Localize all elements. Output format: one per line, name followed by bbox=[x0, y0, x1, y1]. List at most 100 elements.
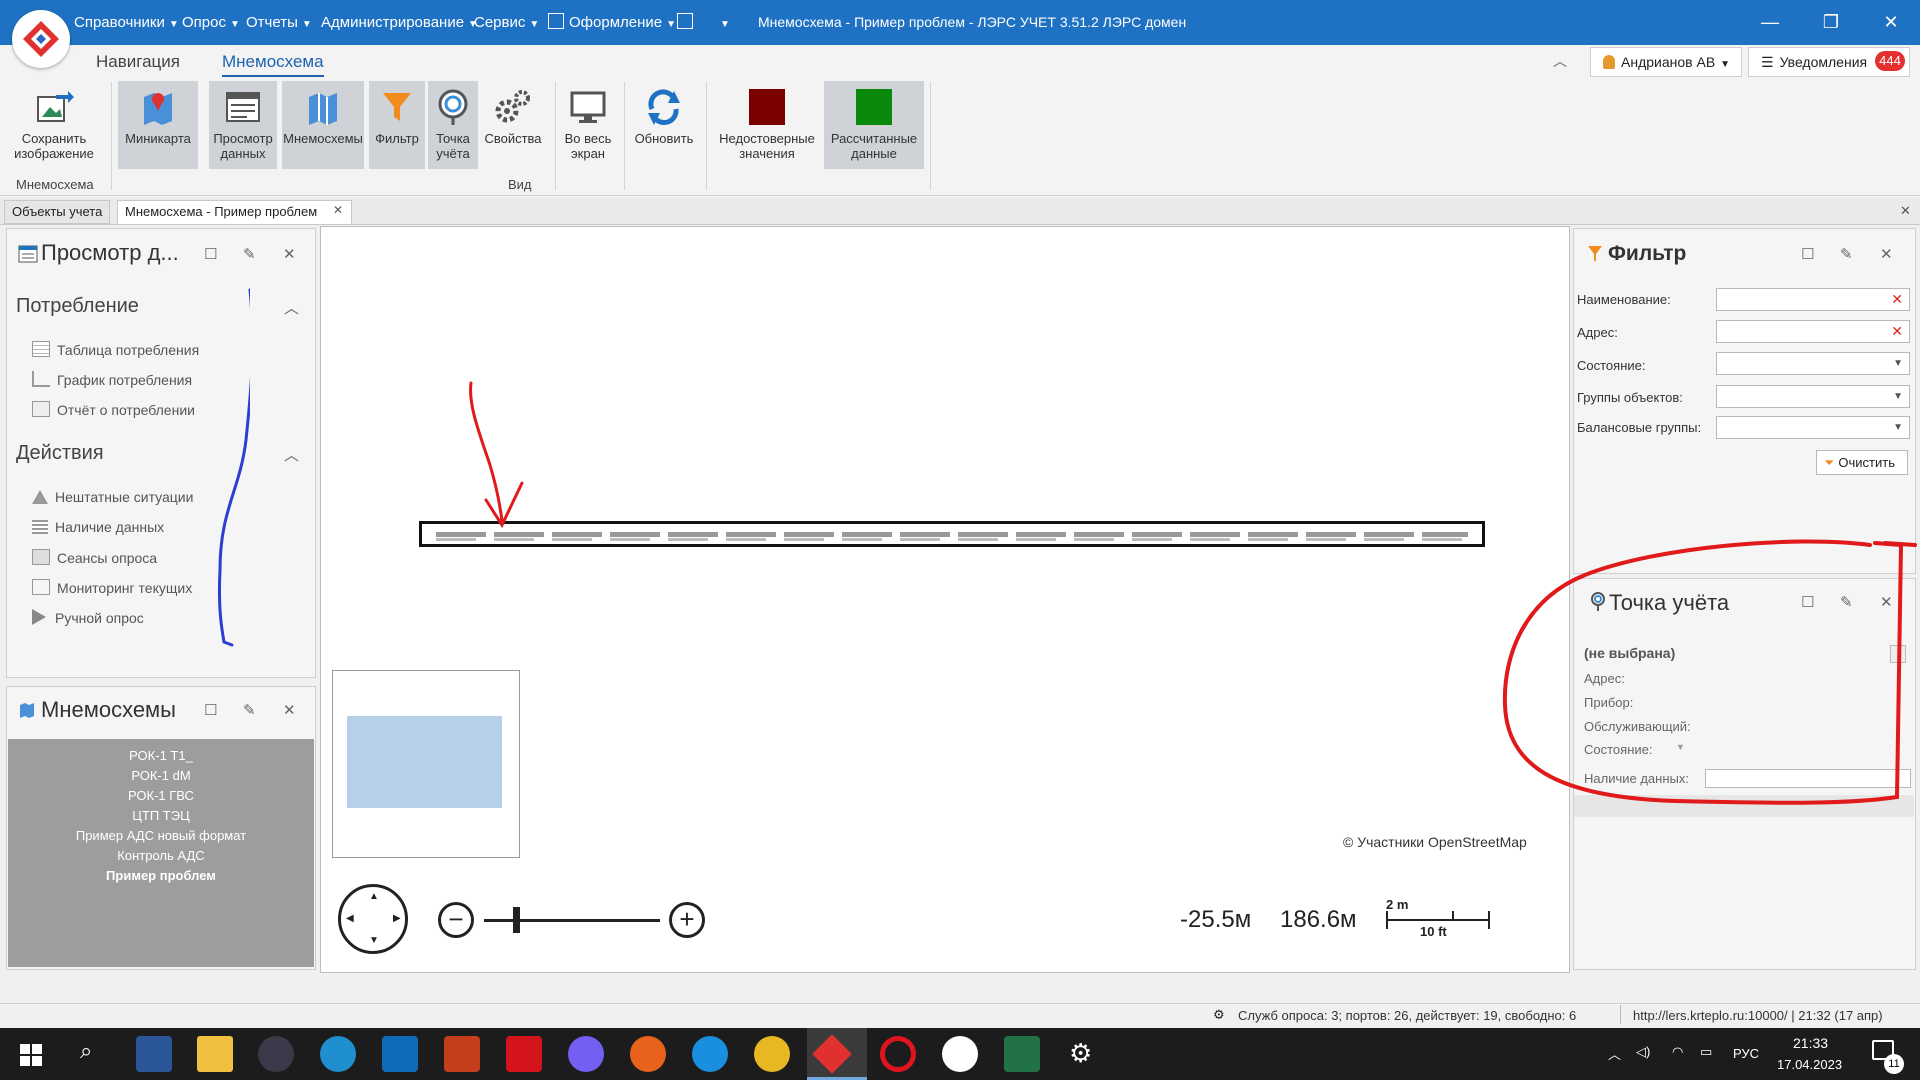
minimize-icon[interactable]: — bbox=[1747, 0, 1793, 45]
list-item[interactable]: ЦТП ТЭЦ bbox=[8, 806, 314, 826]
tab-navigatsiya[interactable]: Навигация bbox=[96, 52, 180, 72]
outlook-icon[interactable] bbox=[382, 1036, 418, 1072]
close-panel-icon[interactable]: ✕ bbox=[283, 245, 296, 263]
calculated-data-button[interactable]: Рассчитанные данные bbox=[824, 81, 924, 169]
collapse-ribbon-icon[interactable]: ︿ bbox=[1553, 51, 1567, 71]
zoom-out-icon[interactable]: − bbox=[438, 902, 474, 938]
menu-servis[interactable]: Сервис ▼ bbox=[474, 0, 539, 45]
balance-groups-select[interactable]: ▼ bbox=[1716, 416, 1910, 439]
maximize-panel-icon[interactable]: ☐ bbox=[204, 701, 217, 719]
search-icon[interactable]: ⌕ bbox=[80, 1038, 92, 1064]
list-item[interactable]: РОК-1 ГВС bbox=[8, 786, 314, 806]
tab-mnemoskhema[interactable]: Мнемосхема bbox=[222, 52, 324, 77]
opera-icon[interactable] bbox=[880, 1036, 916, 1072]
minimap[interactable] bbox=[332, 670, 520, 858]
pan-up-icon[interactable]: ▲ bbox=[369, 891, 379, 902]
zoom-slider-track[interactable] bbox=[484, 919, 660, 922]
mnemo-schematic[interactable] bbox=[419, 521, 1485, 547]
menu-opros[interactable]: Опрос ▼ bbox=[182, 0, 240, 45]
tray-chevron-icon[interactable]: ︿ bbox=[1608, 1044, 1621, 1063]
clock-time[interactable]: 21:33 bbox=[1793, 1035, 1828, 1051]
refresh-button[interactable]: Обновить bbox=[628, 81, 700, 169]
restore-icon[interactable]: ❐ bbox=[1808, 0, 1854, 45]
menu-spravochniki[interactable]: Справочники ▼ bbox=[74, 0, 179, 45]
pin-icon[interactable]: ✎ bbox=[243, 701, 256, 719]
list-item[interactable]: РОК-1 Т1_ bbox=[8, 746, 314, 766]
map-attribution[interactable]: © Участники OpenStreetMap bbox=[1343, 834, 1527, 850]
list-item[interactable]: Контроль АДС bbox=[8, 846, 314, 866]
list-item-monitoring[interactable]: Мониторинг текущих bbox=[32, 579, 192, 596]
viber-icon[interactable] bbox=[568, 1036, 604, 1072]
close-tab-icon[interactable]: ✕ bbox=[333, 203, 343, 217]
list-item-consumption-report[interactable]: Отчёт о потреблении bbox=[32, 401, 195, 418]
zoom-in-icon[interactable]: + bbox=[669, 902, 705, 938]
list-item-manual-poll[interactable]: Ручной опрос bbox=[32, 609, 144, 626]
view-data-button[interactable]: Просмотр данных bbox=[209, 81, 277, 169]
list-item-consumption-table[interactable]: Таблица потребления bbox=[32, 341, 199, 358]
file-explorer-icon[interactable] bbox=[197, 1036, 233, 1072]
close-panel-icon[interactable]: ✕ bbox=[1880, 245, 1893, 263]
quick-access-icon[interactable] bbox=[677, 0, 693, 45]
chrome-icon[interactable] bbox=[754, 1036, 790, 1072]
firefox-icon[interactable] bbox=[630, 1036, 666, 1072]
properties-button[interactable]: Свойства bbox=[481, 81, 545, 169]
menu-administrirovanie[interactable]: Администрирование ▼ bbox=[321, 0, 478, 45]
collapse-section-icon[interactable]: ︿ bbox=[284, 297, 299, 318]
metering-point-button[interactable]: Точка учёта bbox=[428, 81, 478, 169]
list-item-selected[interactable]: Пример проблем bbox=[8, 866, 314, 886]
network-icon[interactable]: ◠ bbox=[1672, 1044, 1683, 1060]
edge-icon[interactable] bbox=[320, 1036, 356, 1072]
pan-down-icon[interactable]: ▼ bbox=[369, 935, 379, 946]
collapse-section-icon[interactable]: ︿ bbox=[284, 444, 299, 465]
powerpoint-icon[interactable] bbox=[444, 1036, 480, 1072]
yandex-browser-icon[interactable] bbox=[942, 1036, 978, 1072]
mnemos-button[interactable]: Мнемосхемы bbox=[282, 81, 364, 169]
zoom-slider-thumb[interactable] bbox=[512, 907, 520, 933]
object-groups-select[interactable]: ▼ bbox=[1716, 385, 1910, 408]
windows-start-icon[interactable] bbox=[20, 1044, 42, 1066]
tab-mnemo-problems[interactable]: Мнемосхема - Пример проблем bbox=[117, 200, 353, 224]
close-all-icon[interactable]: ✕ bbox=[1900, 203, 1911, 219]
list-item[interactable]: Пример АДС новый формат bbox=[8, 826, 314, 846]
list-item-data-availability[interactable]: Наличие данных bbox=[32, 519, 164, 535]
volume-icon[interactable]: ◁) bbox=[1636, 1044, 1650, 1060]
close-window-icon[interactable]: ✕ bbox=[1868, 0, 1914, 45]
pin-icon[interactable]: ✎ bbox=[243, 245, 256, 263]
list-item-consumption-chart[interactable]: График потребления bbox=[32, 371, 192, 388]
pin-icon[interactable]: ✎ bbox=[1840, 245, 1853, 263]
user-menu[interactable]: Андрианов АВ ▼ bbox=[1590, 47, 1742, 77]
clock-date[interactable]: 17.04.2023 bbox=[1777, 1057, 1842, 1072]
settings-gear-icon[interactable]: ⚙ bbox=[1069, 1038, 1092, 1069]
menu-otchety[interactable]: Отчеты ▼ bbox=[246, 0, 312, 45]
list-item-poll-sessions[interactable]: Сеансы опроса bbox=[32, 549, 157, 566]
fullscreen-button[interactable]: Во весь экран bbox=[558, 81, 618, 169]
name-input[interactable]: ✕ bbox=[1716, 288, 1910, 311]
mnemo-map-canvas[interactable] bbox=[320, 226, 1570, 973]
section-consumption[interactable]: Потребление bbox=[16, 295, 139, 318]
close-panel-icon[interactable]: ✕ bbox=[283, 701, 296, 719]
clear-filter-button[interactable]: ⏷ Очистить bbox=[1816, 450, 1908, 475]
pan-left-icon[interactable]: ◀ bbox=[346, 913, 354, 924]
acrobat-icon[interactable] bbox=[506, 1036, 542, 1072]
maximize-panel-icon[interactable]: ☐ bbox=[1801, 245, 1814, 263]
ie-icon[interactable] bbox=[692, 1036, 728, 1072]
list-item-incidents[interactable]: Нештатные ситуации bbox=[32, 489, 193, 505]
save-image-button[interactable]: Сохранить изображение bbox=[6, 81, 102, 169]
section-actions[interactable]: Действия bbox=[16, 442, 104, 465]
menu-oformlenie[interactable]: Оформление ▼ bbox=[548, 0, 676, 45]
address-input[interactable]: ✕ bbox=[1716, 320, 1910, 343]
excel-icon[interactable] bbox=[1004, 1036, 1040, 1072]
state-select[interactable]: ▼ bbox=[1716, 352, 1910, 375]
battery-icon[interactable]: ▭ bbox=[1700, 1044, 1712, 1060]
minimap-viewport[interactable] bbox=[347, 716, 502, 808]
app-logo[interactable] bbox=[12, 10, 70, 68]
maximize-panel-icon[interactable]: ☐ bbox=[204, 245, 217, 263]
filter-button[interactable]: Фильтр bbox=[369, 81, 425, 169]
list-item[interactable]: РОК-1 dM bbox=[8, 766, 314, 786]
language-indicator[interactable]: РУС bbox=[1733, 1046, 1759, 1061]
pan-right-icon[interactable]: ▶ bbox=[393, 913, 401, 924]
invalid-values-button[interactable]: Недостоверные значения bbox=[712, 81, 822, 169]
quick-access-dropdown-icon[interactable]: ▼ bbox=[716, 0, 730, 45]
app-globe-icon[interactable] bbox=[258, 1036, 294, 1072]
minimap-button[interactable]: Миникарта bbox=[118, 81, 198, 169]
